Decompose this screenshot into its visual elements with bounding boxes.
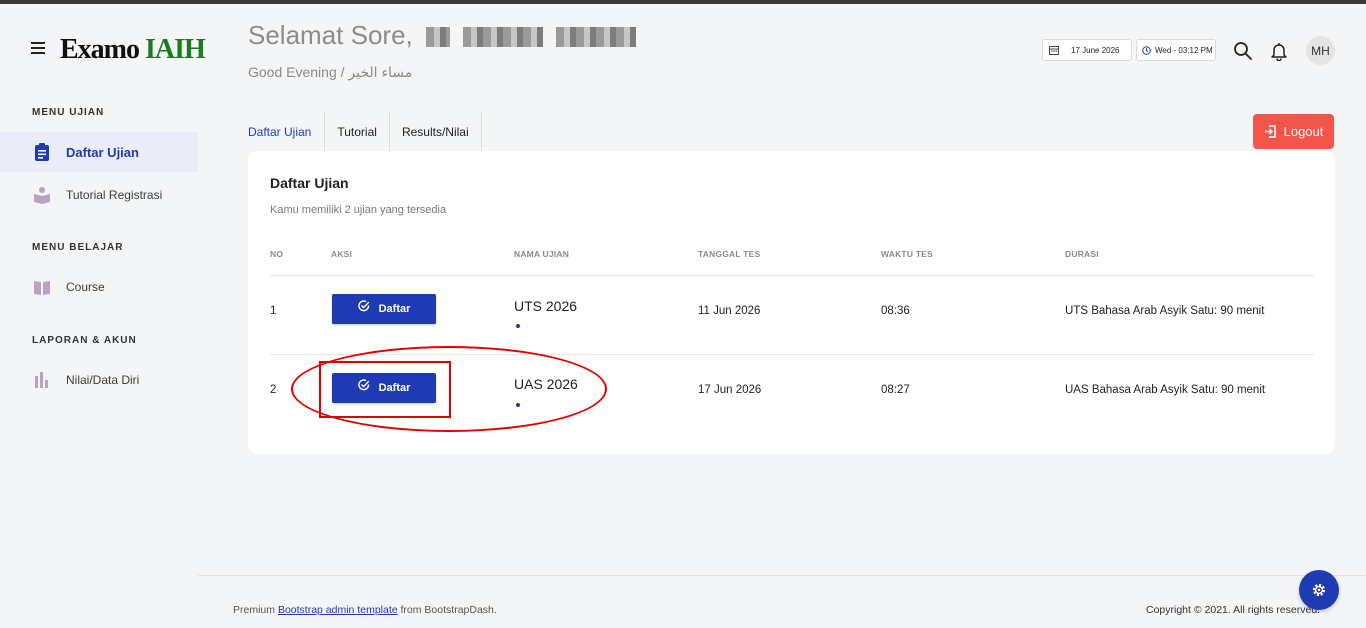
status-dot <box>516 403 520 407</box>
exam-duration: UAS Bahasa Arab Asyik Satu: 90 menit <box>1065 384 1266 396</box>
check-circle-icon <box>357 379 370 391</box>
calendar-icon <box>1049 45 1059 55</box>
footer-copyright: Copyright © 2021. All rights reserved. <box>1146 604 1321 616</box>
sidebar-item-label: Tutorial Registrasi <box>66 188 163 202</box>
daftar-button[interactable]: Daftar <box>332 373 436 403</box>
exam-time: 08:27 <box>881 384 910 396</box>
card-subtitle: Kamu memiliki 2 ujian yang tersedia <box>270 204 447 216</box>
greeting-title: Selamat Sore, <box>248 20 637 51</box>
avatar[interactable]: MH <box>1306 36 1335 65</box>
sidebar-item-tutorial-registrasi[interactable]: Tutorial Registrasi <box>0 175 198 215</box>
bar-chart-icon <box>33 371 51 389</box>
tab-daftar-ujian[interactable]: Daftar Ujian <box>248 112 326 151</box>
sidebar-item-label: Course <box>66 280 105 294</box>
hamburger-menu-icon[interactable] <box>31 42 45 54</box>
column-header-aksi: AKSI <box>331 249 353 259</box>
daftar-button[interactable]: Daftar <box>332 294 436 324</box>
clock-icon <box>1142 45 1151 55</box>
column-header-nama-ujian: NAMA UJIAN <box>514 249 570 259</box>
footer-divider <box>198 575 1366 576</box>
clipboard-icon <box>33 143 51 161</box>
sidebar-heading-laporan-akun: LAPORAN & AKUN <box>32 335 137 346</box>
sidebar-item-daftar-ujian[interactable]: Daftar Ujian <box>0 132 198 172</box>
column-header-tanggal-tes: TANGGAL TES <box>698 249 761 259</box>
logout-label: Logout <box>1283 124 1324 139</box>
daftar-button-label: Daftar <box>378 382 411 394</box>
tab-results-nilai[interactable]: Results/Nilai <box>390 112 482 151</box>
tab-tutorial[interactable]: Tutorial <box>325 112 390 151</box>
exam-date: 11 Jun 2026 <box>698 305 761 317</box>
exam-time: 08:36 <box>881 305 910 317</box>
sidebar-item-label: Nilai/Data Diri <box>66 373 140 387</box>
gear-icon <box>1311 582 1327 598</box>
app-logo[interactable]: Examo IAIH <box>60 34 206 66</box>
redacted-name <box>556 27 637 48</box>
sidebar-heading-menu-ujian: MENU UJIAN <box>32 107 105 118</box>
daftar-button-label: Daftar <box>378 303 411 315</box>
sidebar-heading-menu-belajar: MENU BELAJAR <box>32 242 124 253</box>
time-text: Wed - 03:12 PM <box>1155 45 1213 55</box>
column-header-no: NO <box>270 249 284 259</box>
footer-credit: Premium Bootstrap admin template from Bo… <box>233 604 497 616</box>
sidebar-item-label: Daftar Ujian <box>66 144 139 160</box>
table-divider <box>270 354 1314 355</box>
row-number: 1 <box>270 305 277 317</box>
column-header-waktu-tes: WAKTU TES <box>881 249 933 259</box>
check-circle-icon <box>357 300 370 312</box>
sidebar-item-nilai-data-diri[interactable]: Nilai/Data Diri <box>0 360 198 400</box>
sidebar: Examo IAIH MENU UJIAN Daftar Ujian Tutor… <box>0 4 206 628</box>
exam-name: UAS 2026 <box>514 376 578 392</box>
exam-name: UTS 2026 <box>514 298 578 314</box>
greeting-subtitle: Good Evening / مساء الخير <box>248 64 413 80</box>
logout-button[interactable]: Logout <box>1253 114 1334 149</box>
redacted-name <box>425 27 450 48</box>
top-border <box>0 0 1366 4</box>
card-title: Daftar Ujian <box>270 175 349 191</box>
redacted-name <box>463 27 544 48</box>
column-header-durasi: DURASI <box>1065 249 1099 259</box>
date-text: 17 June 2026 <box>1071 45 1120 55</box>
footer-template-link[interactable]: Bootstrap admin template <box>278 604 398 616</box>
exam-list-card: Daftar Ujian Kamu memiliki 2 ujian yang … <box>248 151 1335 454</box>
tab-bar: Daftar Ujian Tutorial Results/Nilai <box>248 112 482 151</box>
book-icon <box>33 278 51 296</box>
search-icon[interactable] <box>1233 41 1253 61</box>
logout-icon <box>1264 125 1277 138</box>
date-pill[interactable]: 17 June 2026 <box>1042 39 1132 61</box>
sidebar-item-course[interactable]: Course <box>0 267 198 307</box>
bell-icon[interactable] <box>1269 41 1289 62</box>
exam-date: 17 Jun 2026 <box>698 384 762 396</box>
row-number: 2 <box>270 384 277 396</box>
table-divider <box>270 275 1314 276</box>
reader-icon <box>33 186 51 204</box>
time-pill[interactable]: Wed - 03:12 PM <box>1136 39 1216 61</box>
exam-duration: UTS Bahasa Arab Asyik Satu: 90 menit <box>1065 305 1265 317</box>
settings-fab-button[interactable] <box>1299 570 1339 610</box>
status-dot <box>516 324 520 328</box>
